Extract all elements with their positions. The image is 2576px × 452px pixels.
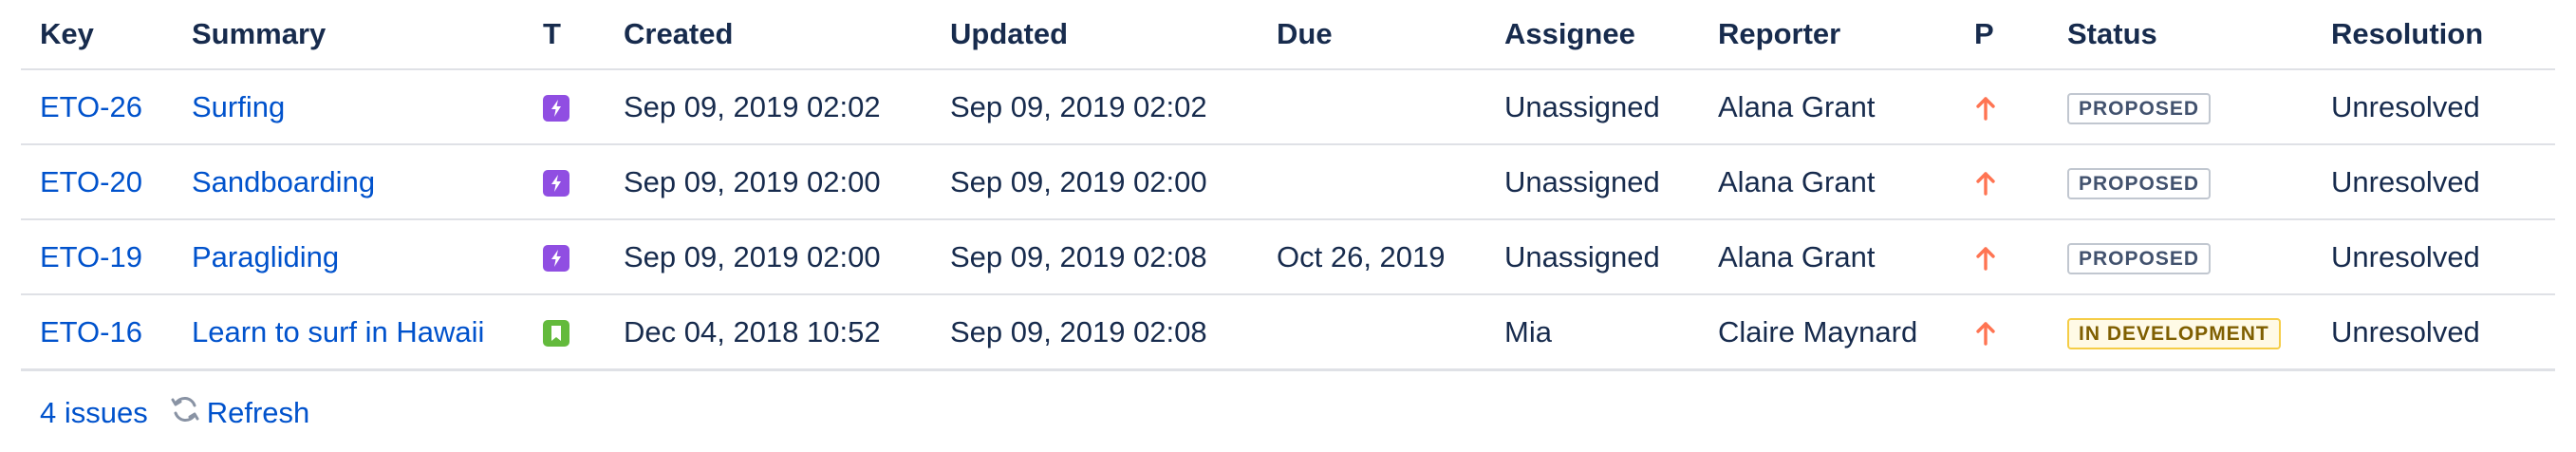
status-lozenge: IN DEVELOPMENT: [2067, 317, 2281, 349]
reporter-name: Alana Grant: [1699, 69, 1955, 145]
reporter-name: Claire Maynard: [1699, 294, 1955, 371]
table-row: ETO-20 Sandboarding Sep 09, 2019 02:00 S…: [21, 144, 2555, 220]
created-date: Sep 09, 2019 02:00: [605, 219, 931, 295]
column-header-key[interactable]: Key: [21, 0, 173, 70]
table-header-row: Key Summary T Created Updated Due Assign…: [21, 0, 2555, 70]
updated-date: Sep 09, 2019 02:02: [931, 69, 1258, 145]
assignee-name: Unassigned: [1485, 69, 1699, 145]
column-header-created[interactable]: Created: [605, 0, 931, 70]
resolution-text: Unresolved: [2312, 219, 2555, 295]
updated-date: Sep 09, 2019 02:08: [931, 219, 1258, 295]
due-date: Oct 26, 2019: [1258, 219, 1485, 295]
column-header-type[interactable]: T: [524, 0, 605, 70]
column-header-resolution[interactable]: Resolution: [2312, 0, 2555, 70]
column-header-assignee[interactable]: Assignee: [1485, 0, 1699, 70]
updated-date: Sep 09, 2019 02:00: [931, 144, 1258, 220]
issue-count-link[interactable]: 4 issues: [40, 396, 148, 430]
reporter-name: Alana Grant: [1699, 144, 1955, 220]
created-date: Sep 09, 2019 02:02: [605, 69, 931, 145]
refresh-button[interactable]: Refresh: [169, 393, 310, 433]
issue-summary-link[interactable]: Learn to surf in Hawaii: [192, 315, 484, 348]
resolution-text: Unresolved: [2312, 69, 2555, 145]
column-header-status[interactable]: Status: [2048, 0, 2312, 70]
issue-summary-link[interactable]: Sandboarding: [192, 165, 375, 198]
story-bookmark-icon: [543, 320, 569, 348]
resolution-text: Unresolved: [2312, 144, 2555, 220]
issue-key-link[interactable]: ETO-26: [40, 90, 142, 123]
issue-summary-link[interactable]: Surfing: [192, 90, 285, 123]
due-date: [1258, 69, 1485, 145]
table-row: ETO-26 Surfing Sep 09, 2019 02:02 Sep 09…: [21, 69, 2555, 145]
epic-lightning-icon: [543, 95, 569, 122]
table-footer: 4 issues Refresh: [40, 393, 309, 433]
issue-navigator: Key Summary T Created Updated Due Assign…: [0, 0, 2576, 452]
assignee-name: Unassigned: [1485, 219, 1699, 295]
created-date: Dec 04, 2018 10:52: [605, 294, 931, 371]
issue-key-link[interactable]: ETO-19: [40, 240, 142, 273]
status-lozenge: PROPOSED: [2067, 242, 2212, 274]
epic-lightning-icon: [543, 170, 569, 198]
table-row: ETO-19 Paragliding Sep 09, 2019 02:00 Se…: [21, 219, 2555, 295]
priority-arrow-up-icon: [1974, 315, 1997, 348]
column-header-summary[interactable]: Summary: [173, 0, 524, 70]
issue-key-link[interactable]: ETO-16: [40, 315, 142, 348]
due-date: [1258, 144, 1485, 220]
column-header-reporter[interactable]: Reporter: [1699, 0, 1955, 70]
resolution-text: Unresolved: [2312, 294, 2555, 371]
table-row: ETO-16 Learn to surf in Hawaii Dec 04, 2…: [21, 294, 2555, 371]
refresh-label: Refresh: [206, 396, 310, 429]
assignee-name: Mia: [1485, 294, 1699, 371]
assignee-name: Unassigned: [1485, 144, 1699, 220]
priority-arrow-up-icon: [1974, 90, 1997, 123]
created-date: Sep 09, 2019 02:00: [605, 144, 931, 220]
status-lozenge: PROPOSED: [2067, 92, 2212, 124]
refresh-icon: [169, 393, 207, 433]
priority-arrow-up-icon: [1974, 165, 1997, 198]
status-lozenge: PROPOSED: [2067, 167, 2212, 199]
column-header-updated[interactable]: Updated: [931, 0, 1258, 70]
priority-arrow-up-icon: [1974, 240, 1997, 273]
due-date: [1258, 294, 1485, 371]
reporter-name: Alana Grant: [1699, 219, 1955, 295]
issue-summary-link[interactable]: Paragliding: [192, 240, 339, 273]
column-header-priority[interactable]: P: [1955, 0, 2048, 70]
epic-lightning-icon: [543, 245, 569, 273]
issues-table: Key Summary T Created Updated Due Assign…: [21, 0, 2555, 371]
column-header-due[interactable]: Due: [1258, 0, 1485, 70]
updated-date: Sep 09, 2019 02:08: [931, 294, 1258, 371]
issue-key-link[interactable]: ETO-20: [40, 165, 142, 198]
